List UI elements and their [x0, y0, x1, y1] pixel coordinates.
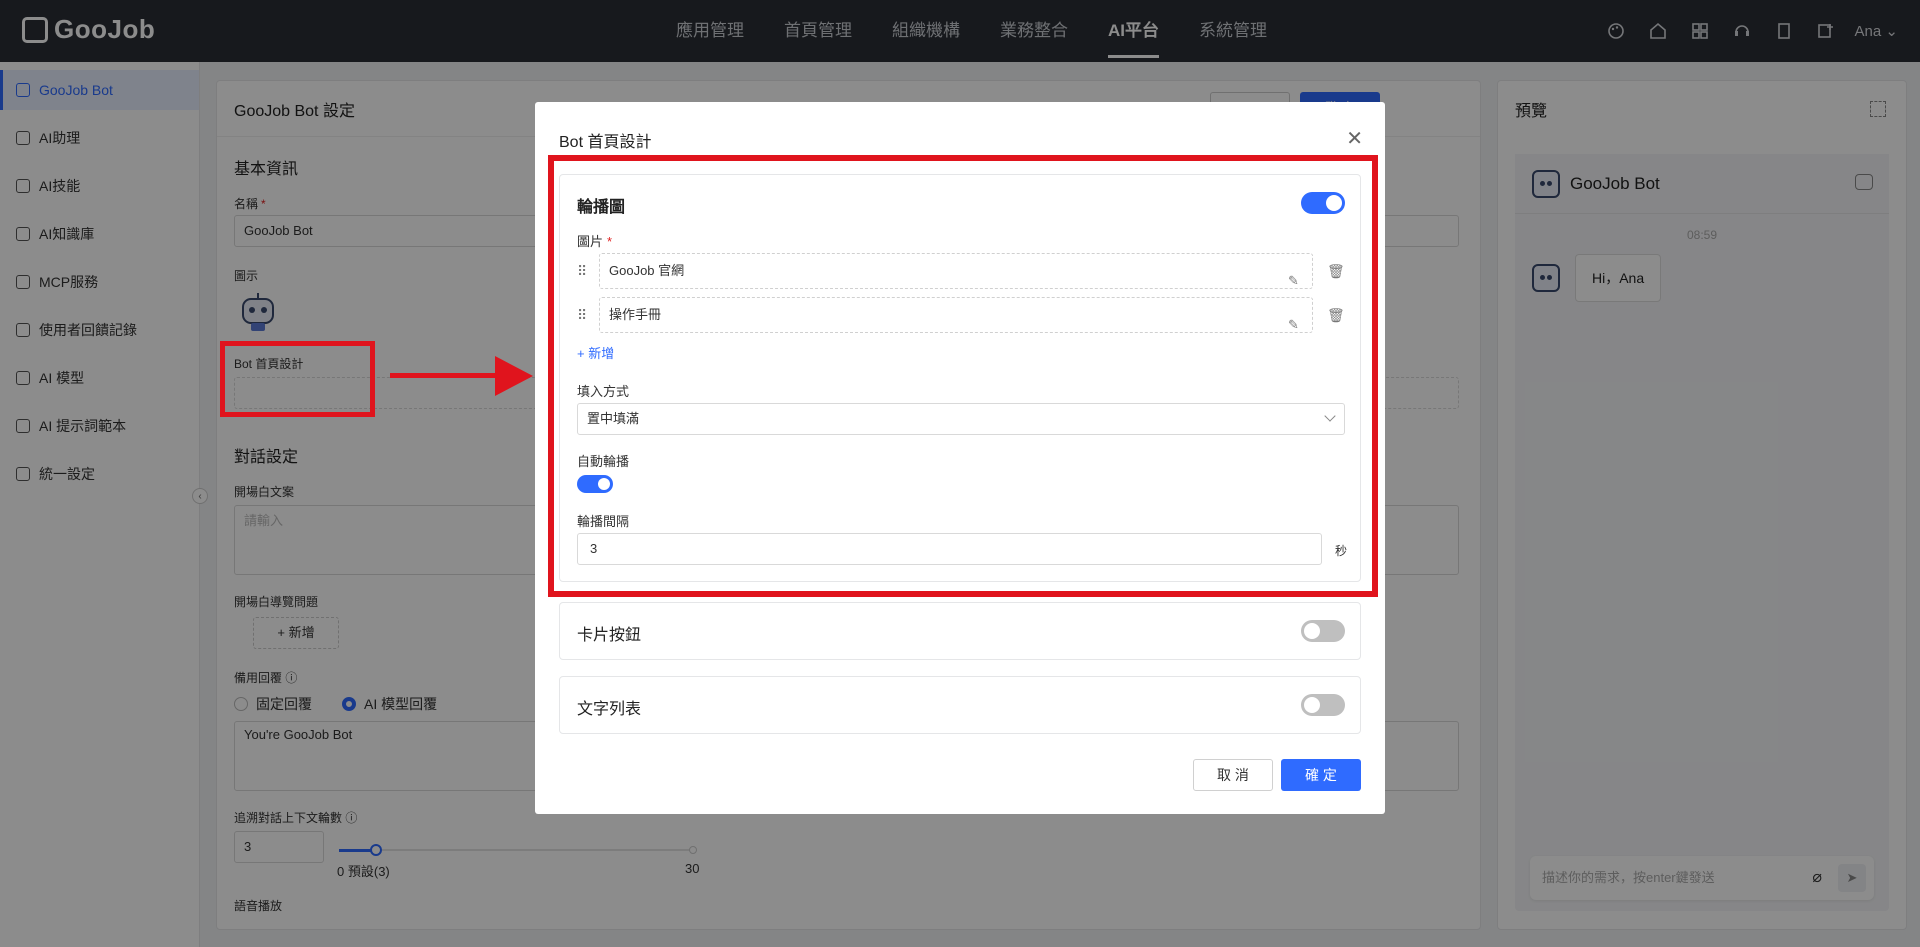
annotation-highlight-box-large [548, 155, 1378, 597]
confirm-button[interactable]: 確 定 [1281, 759, 1361, 791]
card-buttons-title: 卡片按鈕 [577, 627, 642, 644]
text-list-title: 文字列表 [577, 701, 642, 718]
card-buttons-card: 卡片按鈕 [559, 602, 1361, 660]
annotation-arrow-shaft [390, 373, 500, 378]
text-list-toggle[interactable] [1301, 694, 1345, 716]
text-list-card: 文字列表 [559, 676, 1361, 734]
cancel-button[interactable]: 取 消 [1193, 759, 1273, 791]
dialog-title: Bot 首頁設計 [559, 134, 652, 151]
annotation-highlight-box [220, 341, 375, 417]
close-icon[interactable]: ✕ [1346, 126, 1363, 151]
card-buttons-toggle[interactable] [1301, 620, 1345, 642]
annotation-arrow-head [495, 356, 533, 396]
